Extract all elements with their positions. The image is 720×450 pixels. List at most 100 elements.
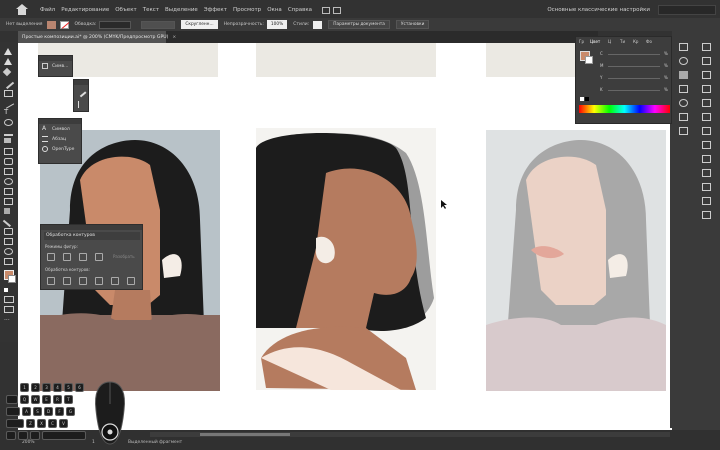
- menu-view[interactable]: Просмотр: [233, 7, 261, 13]
- divide-button[interactable]: [47, 277, 55, 285]
- tab-symbols[interactable]: Фо: [646, 39, 652, 44]
- opentype-panel-item[interactable]: OpenType: [39, 144, 81, 154]
- magic-wand-icon[interactable]: [2, 67, 12, 77]
- preferences-button[interactable]: Установки: [395, 20, 430, 29]
- tab-swatches[interactable]: Ти: [620, 39, 625, 44]
- color-icon[interactable]: [679, 57, 688, 65]
- width-tool-icon[interactable]: [4, 158, 13, 165]
- magenta-slider[interactable]: M%: [600, 63, 668, 69]
- expand-button[interactable]: Разобрать: [113, 254, 135, 259]
- align-icon[interactable]: [702, 99, 711, 107]
- libraries-icon[interactable]: [702, 71, 711, 79]
- edit-toolbar-icon[interactable]: ···: [4, 318, 13, 325]
- intersect-button[interactable]: [79, 253, 87, 261]
- paragraph-panel-item[interactable]: Абзац: [39, 134, 81, 144]
- menu-effect[interactable]: Эффект: [204, 7, 227, 13]
- symbols-icon[interactable]: [679, 99, 688, 107]
- menu-select[interactable]: Выделение: [165, 7, 198, 13]
- pencil-icon[interactable]: [78, 101, 85, 108]
- eraser-tool-icon[interactable]: [4, 138, 11, 143]
- stroke-weight-field[interactable]: [99, 20, 132, 29]
- menu-window[interactable]: Окна: [267, 7, 282, 13]
- tab-brushes[interactable]: Кр: [633, 39, 638, 44]
- menu-object[interactable]: Объект: [115, 7, 137, 13]
- pencil-tool-icon[interactable]: [4, 129, 13, 136]
- zoom-tool-icon[interactable]: [4, 248, 13, 255]
- stroke-icon[interactable]: [679, 127, 688, 135]
- pathfinder-icon[interactable]: [702, 113, 711, 121]
- outline-button[interactable]: [111, 277, 119, 285]
- links-icon[interactable]: [702, 169, 711, 177]
- info-icon[interactable]: [702, 211, 711, 219]
- exclude-button[interactable]: [95, 253, 103, 261]
- rectangle-tool-icon[interactable]: [4, 90, 13, 97]
- panel-header[interactable]: [74, 80, 88, 85]
- layers-icon[interactable]: [702, 43, 711, 51]
- cyan-slider[interactable]: C%: [600, 51, 668, 57]
- trim-button[interactable]: [63, 277, 71, 285]
- yellow-slider[interactable]: Y%: [600, 75, 668, 81]
- symbol-sprayer-tool-icon[interactable]: [4, 238, 13, 245]
- swatches-icon[interactable]: [679, 71, 688, 79]
- brushes-icon[interactable]: [679, 85, 688, 93]
- minus-back-button[interactable]: [127, 277, 135, 285]
- menu-file[interactable]: Файл: [40, 7, 55, 13]
- search-input[interactable]: [658, 5, 716, 15]
- rotate-tool-icon[interactable]: [4, 119, 13, 126]
- graphic-style-swatch[interactable]: [313, 20, 323, 29]
- menu-help[interactable]: Справка: [288, 7, 312, 13]
- properties-icon[interactable]: [679, 43, 688, 51]
- navigator-icon[interactable]: [702, 197, 711, 205]
- brush-definition-dropdown[interactable]: Скругленн...: [181, 20, 218, 29]
- tab-color[interactable]: Цвет: [590, 39, 600, 44]
- crop-button[interactable]: [95, 277, 103, 285]
- black-slider[interactable]: K%: [600, 87, 668, 93]
- transparency-icon[interactable]: [702, 127, 711, 135]
- direct-selection-tool-icon[interactable]: [4, 58, 12, 65]
- hand-tool-icon[interactable]: [4, 258, 13, 265]
- minus-front-button[interactable]: [63, 253, 71, 261]
- horizontal-scroll-thumb[interactable]: [200, 433, 290, 436]
- free-transform-tool-icon[interactable]: [4, 168, 13, 175]
- portrait-faded-view[interactable]: [486, 130, 666, 391]
- close-icon[interactable]: ×: [172, 35, 176, 40]
- document-setup-button[interactable]: Параметры документа: [328, 20, 390, 29]
- portrait-profile-view[interactable]: [256, 128, 436, 390]
- variable-width-profile[interactable]: [141, 20, 176, 29]
- stroke-color-icon[interactable]: [8, 275, 16, 283]
- eyedropper-tool-icon[interactable]: [2, 215, 15, 228]
- graphic-styles-icon[interactable]: [679, 113, 688, 121]
- scale-tool-icon[interactable]: [4, 148, 13, 155]
- opacity-field[interactable]: 100%: [266, 20, 288, 29]
- stroke-color-swatch[interactable]: [585, 56, 593, 64]
- character-panel-item[interactable]: A Символ: [39, 124, 81, 134]
- screen-mode-icon[interactable]: [4, 306, 14, 313]
- stroke-swatch[interactable]: [59, 20, 69, 29]
- shape-builder-tool-icon[interactable]: [4, 178, 13, 185]
- none-swatch[interactable]: [580, 97, 584, 101]
- artboards-icon[interactable]: [702, 57, 711, 65]
- menu-type[interactable]: Текст: [143, 7, 159, 13]
- asset-export-icon[interactable]: [702, 183, 711, 191]
- drawing-mode-icon[interactable]: [4, 296, 14, 303]
- default-colors-icon[interactable]: [4, 288, 8, 292]
- perspective-grid-tool-icon[interactable]: [4, 188, 13, 195]
- type-tool-icon[interactable]: T: [4, 109, 13, 116]
- symbols-panel-item[interactable]: Симв...: [39, 61, 72, 71]
- black-swatch[interactable]: [585, 97, 589, 101]
- document-tab[interactable]: Простые композиции.ai* @ 200% (CMYK/Пред…: [18, 31, 176, 43]
- selection-tool-icon[interactable]: [4, 48, 12, 55]
- tab-color-guide[interactable]: Ц: [608, 39, 611, 44]
- fill-swatch[interactable]: [46, 20, 56, 29]
- home-icon[interactable]: [14, 4, 30, 16]
- gradient-icon[interactable]: [702, 155, 711, 163]
- pen-tool-icon[interactable]: [2, 77, 15, 90]
- merge-button[interactable]: [79, 277, 87, 285]
- gradient-tool-icon[interactable]: [4, 208, 10, 214]
- workspace-switcher[interactable]: Основные классические настройки: [547, 7, 650, 13]
- brush-icon[interactable]: [76, 87, 87, 98]
- tab-gradient[interactable]: Гр: [579, 39, 584, 44]
- unite-button[interactable]: [47, 253, 55, 261]
- mesh-tool-icon[interactable]: [4, 198, 13, 205]
- color-spectrum-bar[interactable]: [579, 105, 670, 113]
